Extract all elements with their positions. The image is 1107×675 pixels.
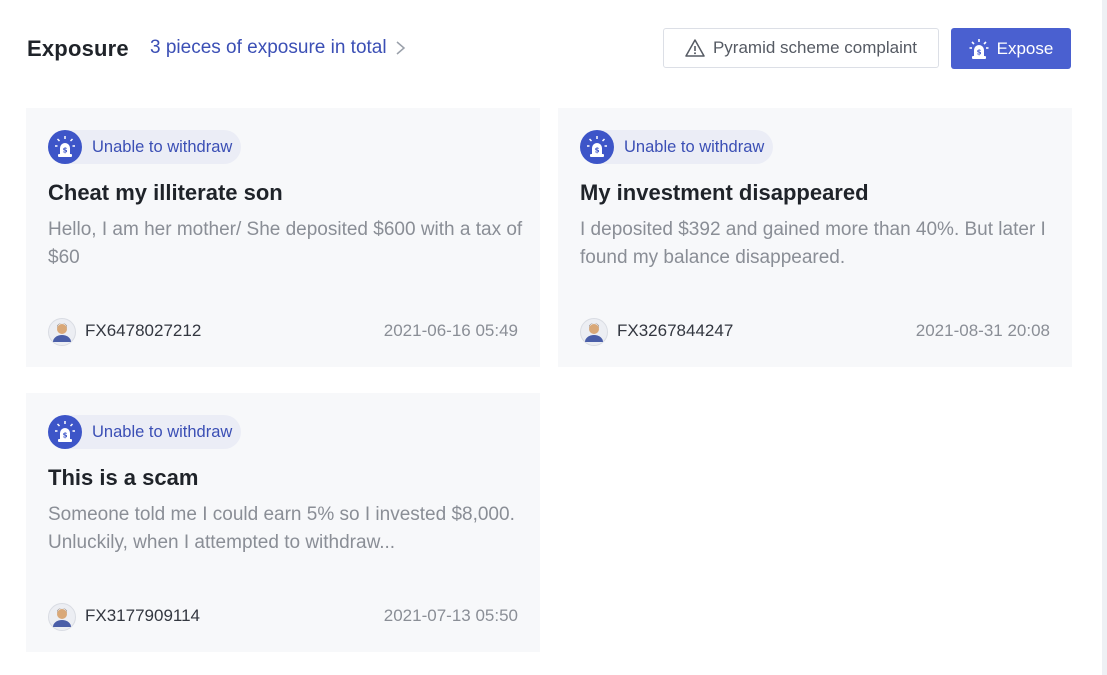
card-footer: FX3267844247 2021-08-31 20:08 bbox=[580, 318, 1050, 346]
tag-label: Unable to withdraw bbox=[92, 137, 233, 156]
siren-alarm-icon: $ bbox=[580, 130, 614, 164]
user-avatar-icon bbox=[48, 603, 76, 631]
tag-label: Unable to withdraw bbox=[92, 422, 233, 441]
timestamp: 2021-06-16 05:49 bbox=[383, 321, 518, 340]
timestamp: 2021-08-31 20:08 bbox=[915, 321, 1050, 340]
exposure-page: Exposure 3 pieces of exposure in total P… bbox=[0, 0, 1107, 675]
card-body: Someone told me I could earn 5% so I inv… bbox=[48, 504, 515, 553]
timestamp: 2021-07-13 05:50 bbox=[383, 606, 518, 625]
user-id: FX6478027212 bbox=[85, 321, 202, 340]
pyramid-scheme-complaint-label: Pyramid scheme complaint bbox=[712, 38, 918, 57]
card-body: Hello, I am her mother/ She deposited $6… bbox=[48, 219, 523, 268]
expose-label: Expose bbox=[996, 38, 1054, 58]
card-footer: FX6478027212 2021-06-16 05:49 bbox=[48, 318, 518, 346]
user-id: FX3177909114 bbox=[85, 606, 201, 625]
pyramid-scheme-complaint-button[interactable]: Pyramid scheme complaint bbox=[663, 28, 939, 68]
svg-text:$: $ bbox=[595, 147, 600, 155]
exposure-count-label: 3 pieces of exposure in total bbox=[150, 37, 387, 58]
card-body: I deposited $392 and gained more than 40… bbox=[580, 219, 1046, 268]
category-tag: $ Unable to withdraw bbox=[48, 130, 242, 164]
siren-alarm-icon: $ bbox=[48, 130, 82, 164]
user-id: FX3267844247 bbox=[617, 321, 734, 340]
exposure-count-link[interactable]: 3 pieces of exposure in total bbox=[150, 37, 409, 59]
user-avatar-icon bbox=[48, 318, 76, 346]
warning-icon bbox=[685, 39, 705, 57]
scrollbar-track[interactable] bbox=[1102, 0, 1107, 675]
chevron-right-icon bbox=[396, 41, 405, 55]
svg-text:$: $ bbox=[63, 432, 68, 440]
card-title: My investment disappeared bbox=[580, 180, 869, 205]
tag-label: Unable to withdraw bbox=[624, 137, 765, 156]
user-avatar-icon bbox=[580, 318, 608, 346]
svg-text:$: $ bbox=[63, 147, 68, 155]
svg-text:$: $ bbox=[976, 48, 981, 56]
card-title: This is a scam bbox=[48, 465, 199, 490]
exposure-header: Exposure 3 pieces of exposure in total P… bbox=[27, 28, 1071, 70]
exposure-card[interactable]: $ Unable to withdraw This is a scam Some… bbox=[26, 393, 540, 652]
exposure-card[interactable]: $ Unable to withdraw Cheat my illiterate… bbox=[26, 108, 540, 367]
page-title: Exposure bbox=[27, 36, 129, 61]
exposure-card[interactable]: $ Unable to withdraw My investment disap… bbox=[558, 108, 1072, 367]
card-title: Cheat my illiterate son bbox=[48, 180, 283, 205]
siren-alarm-icon: $ bbox=[969, 38, 989, 59]
siren-alarm-icon: $ bbox=[48, 415, 82, 449]
category-tag: $ Unable to withdraw bbox=[48, 415, 242, 449]
card-footer: FX3177909114 2021-07-13 05:50 bbox=[48, 603, 518, 631]
expose-button[interactable]: $ Expose bbox=[951, 28, 1071, 69]
category-tag: $ Unable to withdraw bbox=[580, 130, 774, 164]
